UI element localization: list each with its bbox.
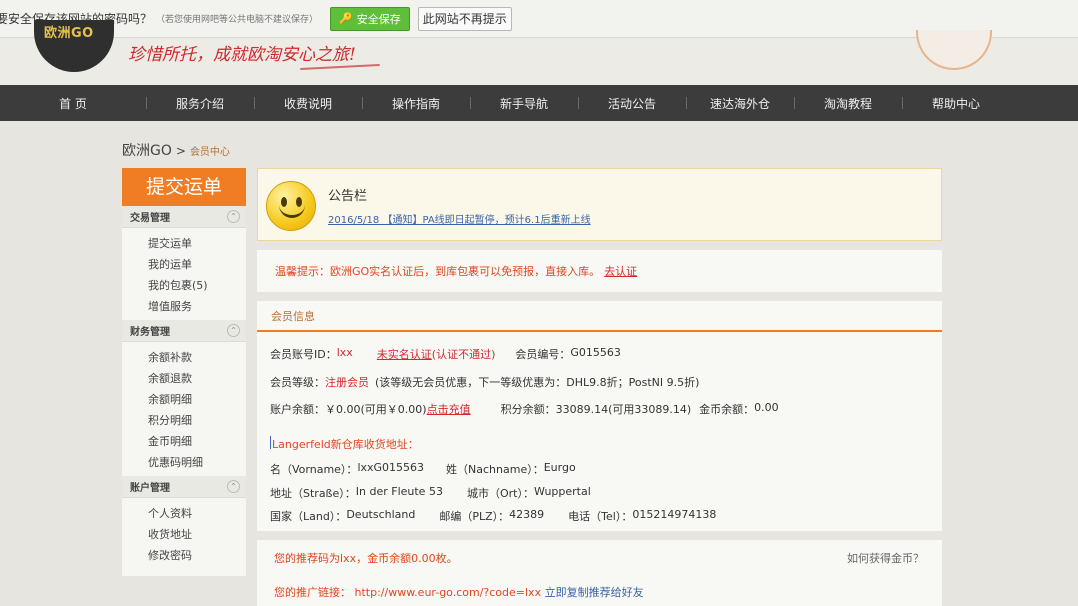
collapse-icon[interactable]: ⌃ xyxy=(227,210,240,223)
key-icon: 🔑 xyxy=(339,12,353,25)
sidebar-item-profile[interactable]: 个人资料 xyxy=(148,503,246,524)
password-note: （若您使用网吧等公共电脑不建议保存） xyxy=(156,15,319,25)
nachname-value: Eurgo xyxy=(543,461,576,474)
breadcrumb-separator: > xyxy=(175,144,186,158)
member-balance-row: 账户余额： ￥0.00(可用￥0.00) 点击充值 积分余额： 33089.14… xyxy=(270,401,779,417)
sidebar-item-value-added[interactable]: 增值服务 xyxy=(148,296,246,317)
mascot-image xyxy=(916,30,992,70)
main-nav: 首 页 服务介绍 收费说明 操作指南 新手导航 活动公告 速达海外仓 淘淘教程 … xyxy=(0,85,1078,121)
text-cursor xyxy=(270,436,271,449)
address-street-row: 地址（Straße）： In der Fleute 53 城市（Ort）： Wu… xyxy=(270,485,591,500)
address-country-row: 国家（Land）： Deutschland 邮编（PLZ）： 42389 电话（… xyxy=(270,508,717,523)
vorname-value: lxxG015563 xyxy=(357,461,425,474)
referral-panel: 您的推荐码为lxx，金币余额0.00枚。 如何获得金币？ 您的推广链接： htt… xyxy=(257,540,942,606)
nav-events[interactable]: 活动公告 xyxy=(578,95,686,112)
verification-tip: 温馨提示：欧洲GO实名认证后，到库包裹可以免预报，直接入库。 去认证 xyxy=(257,250,942,292)
tel-value: 015214974138 xyxy=(632,508,717,521)
member-level: 注册会员 xyxy=(325,376,369,389)
member-level-note: (该等级无会员优惠，下一等级优惠为：DHL9.8折；PostNI 9.5折) xyxy=(375,376,700,389)
site-slogan: 珍惜所托，成就欧淘安心之旅! xyxy=(128,45,356,65)
member-number: G015563 xyxy=(570,346,621,359)
nav-guide[interactable]: 操作指南 xyxy=(362,95,470,112)
sidebar-item-balance-topup[interactable]: 余额补款 xyxy=(148,347,246,368)
submit-waybill-button[interactable]: 提交运单 xyxy=(122,168,246,206)
copy-referral-link[interactable]: 立即复制推荐给好友 xyxy=(545,586,644,599)
realname-verify-link[interactable]: 未实名认证 xyxy=(377,346,432,362)
sidebar-item-my-packages[interactable]: 我的包裹(5) xyxy=(148,275,246,296)
save-password-button[interactable]: 🔑 安全保存 xyxy=(330,6,410,31)
nav-tutorial[interactable]: 淘淘教程 xyxy=(794,95,902,112)
smiley-icon xyxy=(266,181,316,231)
nav-help[interactable]: 帮助中心 xyxy=(902,95,1010,112)
sidebar-item-coupon-detail[interactable]: 优惠码明细 xyxy=(148,452,246,473)
collapse-icon[interactable]: ⌃ xyxy=(227,480,240,493)
points-balance: 33089.14(可用33089.14) xyxy=(555,403,692,416)
sidebar-item-change-password[interactable]: 修改密码 xyxy=(148,545,246,566)
tip-text: 温馨提示：欧洲GO实名认证后，到库包裹可以免预报，直接入库。 xyxy=(275,265,601,278)
sidebar-item-my-waybills[interactable]: 我的运单 xyxy=(148,254,246,275)
sidebar-section-trade[interactable]: 交易管理 ⌃ xyxy=(122,206,246,228)
sidebar-item-balance-refund[interactable]: 余额退款 xyxy=(148,368,246,389)
referral-link-row: 您的推广链接： http://www.eur-go.com/?code=lxx … xyxy=(274,586,644,599)
collapse-icon[interactable]: ⌃ xyxy=(227,324,240,337)
address-name-row: 名（Vorname）： lxxG015563 姓（Nachname）： Eurg… xyxy=(270,461,576,476)
sidebar-item-points-detail[interactable]: 积分明细 xyxy=(148,410,246,431)
sidebar-section-account[interactable]: 账户管理 ⌃ xyxy=(122,476,246,498)
warehouse-title-row: Langerfeld新仓库收货地址： xyxy=(270,436,419,452)
realname-status: (认证不通过) xyxy=(431,348,496,361)
referral-url[interactable]: http://www.eur-go.com/?code=lxx xyxy=(355,586,542,599)
sidebar-item-coins-detail[interactable]: 金币明细 xyxy=(148,431,246,452)
sidebar-item-submit-waybill[interactable]: 提交运单 xyxy=(148,233,246,254)
account-balance: ￥0.00(可用￥0.00) xyxy=(325,403,427,416)
nav-warehouse[interactable]: 速达海外仓 xyxy=(686,95,794,112)
sidebar-item-address[interactable]: 收货地址 xyxy=(148,524,246,545)
recharge-link[interactable]: 点击充值 xyxy=(427,401,471,417)
nav-beginner[interactable]: 新手导航 xyxy=(470,95,578,112)
member-level-row: 会员等级： 注册会员 (该等级无会员优惠，下一等级优惠为：DHL9.8折；Pos… xyxy=(270,376,700,389)
never-prompt-button[interactable]: 此网站不再提示 xyxy=(417,6,512,31)
nav-pricing[interactable]: 收费说明 xyxy=(254,95,362,112)
breadcrumb-home[interactable]: 欧洲GO xyxy=(122,140,172,160)
sidebar-section-finance[interactable]: 财务管理 ⌃ xyxy=(122,320,246,342)
sidebar: 提交运单 交易管理 ⌃ 提交运单 我的运单 我的包裹(5) 增值服务 财务管理 … xyxy=(122,168,246,576)
member-account-id: lxx xyxy=(336,346,353,359)
notice-link[interactable]: 2016/5/18 【通知】PA线即日起暂停，预计6.1后重新上线 xyxy=(328,211,591,226)
nav-services[interactable]: 服务介绍 xyxy=(146,95,254,112)
breadcrumb-current: 会员中心 xyxy=(189,147,230,158)
nav-home[interactable]: 首 页 xyxy=(0,95,146,112)
sidebar-item-balance-detail[interactable]: 余额明细 xyxy=(148,389,246,410)
referral-code-text: 您的推荐码为lxx，金币余额0.00枚。 xyxy=(274,552,458,565)
member-info-heading: 会员信息 xyxy=(257,301,942,332)
notice-title: 公告栏 xyxy=(328,189,368,204)
coins-balance: 0.00 xyxy=(754,401,779,414)
site-logo[interactable]: 欧洲GO xyxy=(34,20,114,72)
member-info-panel: 会员信息 会员账号ID： lxx 未实名认证 (认证不通过) 会员编号： G01… xyxy=(257,301,942,531)
verify-link[interactable]: 去认证 xyxy=(604,263,637,279)
site-header: 欧洲GO 珍惜所托，成就欧淘安心之旅! xyxy=(0,20,1078,85)
warehouse-address-title: Langerfeld新仓库收货地址： xyxy=(272,438,419,451)
land-value: Deutschland xyxy=(346,508,416,521)
breadcrumb: 欧洲GO > 会员中心 xyxy=(122,140,230,160)
notice-board: 公告栏 2016/5/18 【通知】PA线即日起暂停，预计6.1后重新上线 xyxy=(257,168,942,241)
strasse-value: In der Fleute 53 xyxy=(355,485,443,498)
plz-value: 42389 xyxy=(509,508,545,521)
ort-value: Wuppertal xyxy=(533,485,591,498)
how-to-get-coins-link[interactable]: 如何获得金币？ xyxy=(847,550,924,566)
member-account-row: 会员账号ID： lxx 未实名认证 (认证不通过) 会员编号： G015563 xyxy=(270,346,621,362)
